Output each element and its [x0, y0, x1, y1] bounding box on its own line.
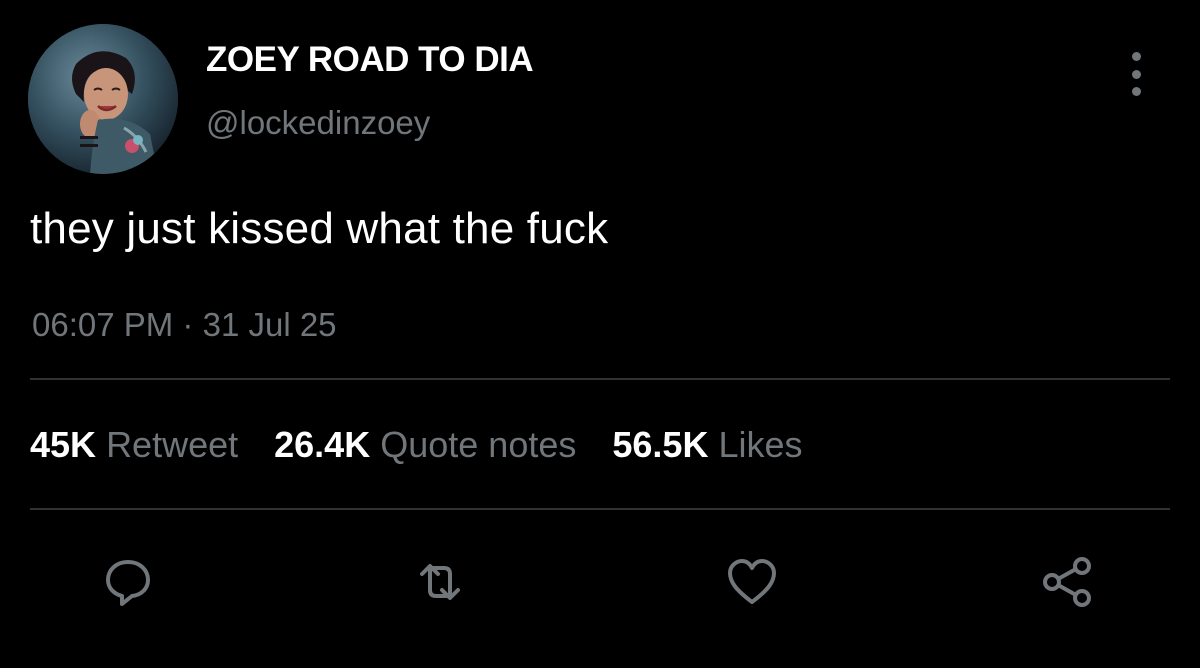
tweet-text: they just kissed what the fuck: [30, 204, 609, 253]
tweet-time: 06:07 PM: [32, 306, 174, 343]
reply-button[interactable]: [98, 552, 158, 612]
more-options-dot-icon: [1131, 69, 1141, 79]
more-options-dot-icon: [1131, 87, 1141, 96]
divider-top: [30, 378, 1170, 380]
stat-count: 56.5K: [612, 424, 709, 465]
like-count-stat[interactable]: 56.5K Likes: [612, 424, 802, 466]
tweet-timestamp[interactable]: 06:07 PM · 31 Jul 25: [32, 306, 337, 344]
stat-label: Retweet: [106, 424, 239, 465]
timestamp-separator: ·: [182, 306, 194, 343]
stat-count: 45K: [30, 424, 97, 465]
retweet-icon: [420, 564, 460, 600]
reply-icon: [106, 560, 150, 606]
tweet-card: ZOEY ROAD TO DIA @lockedinzoey they just…: [0, 0, 1200, 668]
action-bar: [0, 546, 1200, 616]
tweet-date: 31 Jul 25: [202, 306, 337, 343]
heart-icon: [728, 559, 776, 604]
author-handle[interactable]: @lockedinzoey: [206, 104, 430, 142]
author-display-name[interactable]: ZOEY ROAD TO DIA: [206, 40, 534, 80]
profile-avatar-icon[interactable]: [28, 24, 178, 174]
avatar-illustration: [28, 24, 178, 174]
stat-label: Likes: [718, 424, 803, 465]
divider-bottom: [30, 508, 1170, 510]
stat-label: Quote notes: [380, 424, 577, 465]
share-icon: [1043, 557, 1091, 607]
retweet-count-stat[interactable]: 45K Retweet: [30, 424, 238, 466]
retweet-button[interactable]: [410, 552, 470, 612]
share-button[interactable]: [1038, 552, 1098, 612]
more-options-button[interactable]: [1118, 52, 1154, 96]
like-button[interactable]: [722, 552, 782, 612]
tweet-stats: 45K Retweet 26.4K Quote notes 56.5K Like…: [30, 424, 803, 466]
quote-count-stat[interactable]: 26.4K Quote notes: [274, 424, 576, 466]
more-options-dot-icon: [1131, 52, 1141, 61]
stat-count: 26.4K: [274, 424, 371, 465]
